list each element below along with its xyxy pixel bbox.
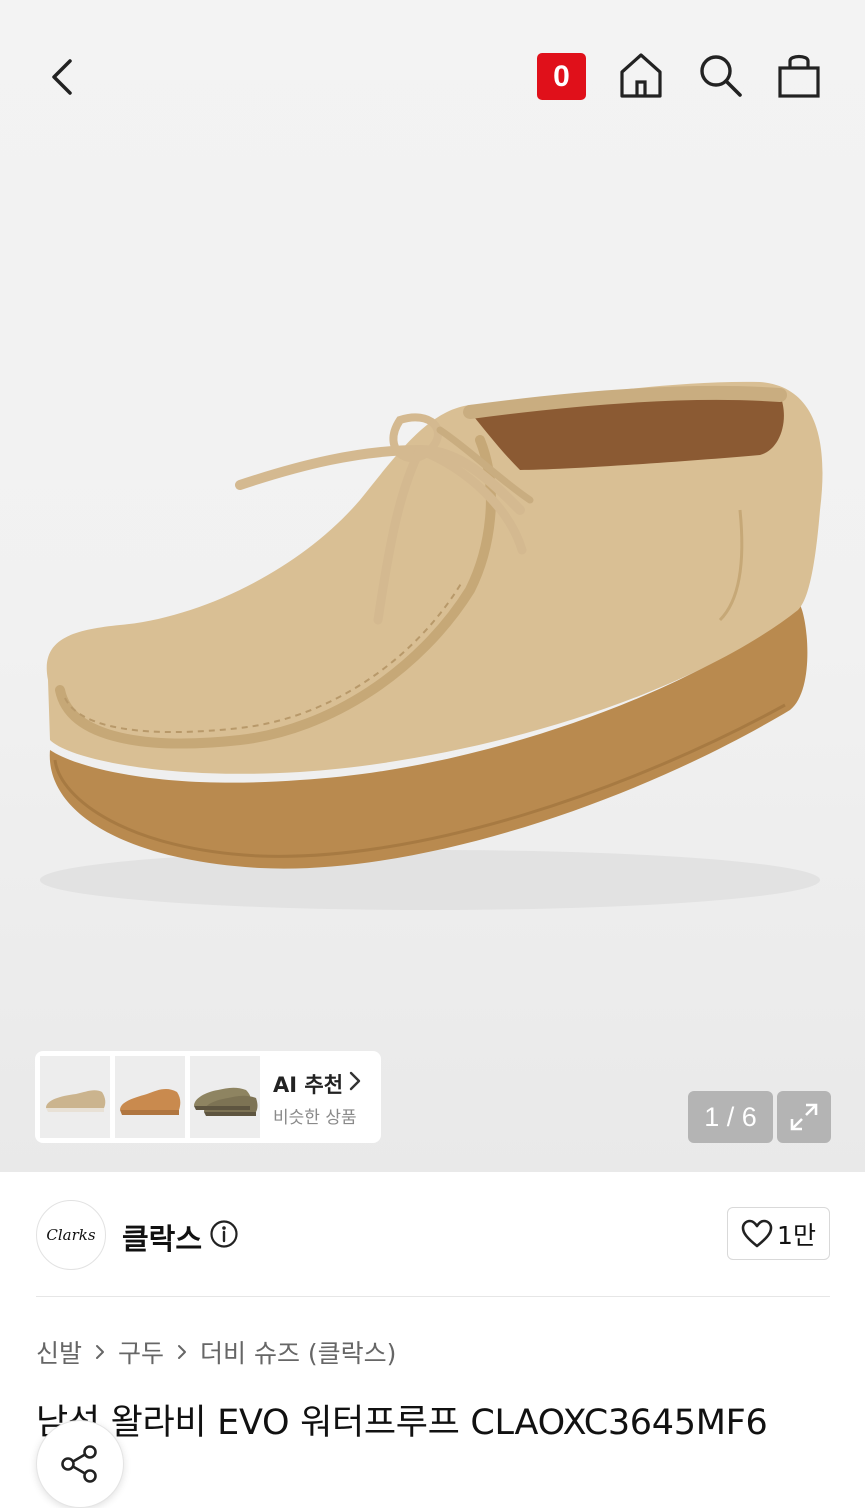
- cart-count-badge[interactable]: 0: [537, 53, 586, 100]
- product-title: 남성 왈라비 EVO 워터프루프 CLAOXC3645MF6: [36, 1403, 768, 1443]
- product-photo[interactable]: [0, 150, 865, 1050]
- similar-product-thumbnail[interactable]: [190, 1056, 260, 1138]
- chevron-right-icon: [94, 1343, 106, 1361]
- share-icon: [61, 1445, 97, 1483]
- divider: [36, 1296, 830, 1297]
- image-counter: 1 / 6: [688, 1091, 773, 1143]
- brand-row: Clarks 클락스 1만: [0, 1172, 865, 1297]
- like-count: 1만: [777, 1220, 816, 1250]
- thumbnail-shoe-3: [194, 1087, 258, 1116]
- breadcrumb-item[interactable]: 신발: [36, 1334, 82, 1370]
- back-button[interactable]: [36, 50, 90, 104]
- search-icon: [700, 55, 742, 97]
- top-navigation-bar: 0: [0, 0, 865, 150]
- breadcrumb-item[interactable]: 더비 슈즈 (클락스): [200, 1334, 396, 1370]
- home-button[interactable]: [614, 48, 668, 102]
- share-button[interactable]: [36, 1420, 124, 1508]
- info-icon[interactable]: [209, 1219, 239, 1249]
- thumbnail-shoe-1: [46, 1090, 106, 1112]
- like-button[interactable]: 1만: [727, 1207, 830, 1260]
- chevron-right-icon: [176, 1343, 188, 1361]
- ai-recommend-subtitle: 비슷한 상품: [273, 1108, 357, 1128]
- shopping-bag-button[interactable]: [772, 48, 826, 102]
- expand-icon: [790, 1103, 818, 1131]
- breadcrumb: 신발 구두 더비 슈즈 (클락스): [36, 1334, 396, 1370]
- chevron-right-icon: [349, 1071, 361, 1091]
- heart-icon: [741, 1219, 773, 1247]
- similar-product-thumbnail[interactable]: [115, 1056, 185, 1138]
- search-button[interactable]: [693, 48, 747, 102]
- thumbnail-shoe-2: [120, 1088, 181, 1115]
- home-icon: [620, 53, 662, 98]
- shopping-bag-icon: [778, 54, 820, 98]
- brand-name[interactable]: 클락스: [122, 1216, 202, 1258]
- ai-recommend-title: AI 추천: [273, 1073, 344, 1097]
- breadcrumb-item[interactable]: 구두: [118, 1334, 164, 1370]
- brand-logo-text: Clarks: [46, 1226, 96, 1244]
- expand-image-button[interactable]: [777, 1091, 831, 1143]
- brand-logo[interactable]: Clarks: [36, 1200, 106, 1270]
- chevron-left-icon: [52, 59, 72, 95]
- product-image-gallery[interactable]: 0 AI 추천 비슷한 상품 1 / 6: [0, 0, 865, 1172]
- similar-product-thumbnail[interactable]: [40, 1056, 110, 1138]
- ai-recommend-card[interactable]: AI 추천 비슷한 상품: [35, 1051, 381, 1143]
